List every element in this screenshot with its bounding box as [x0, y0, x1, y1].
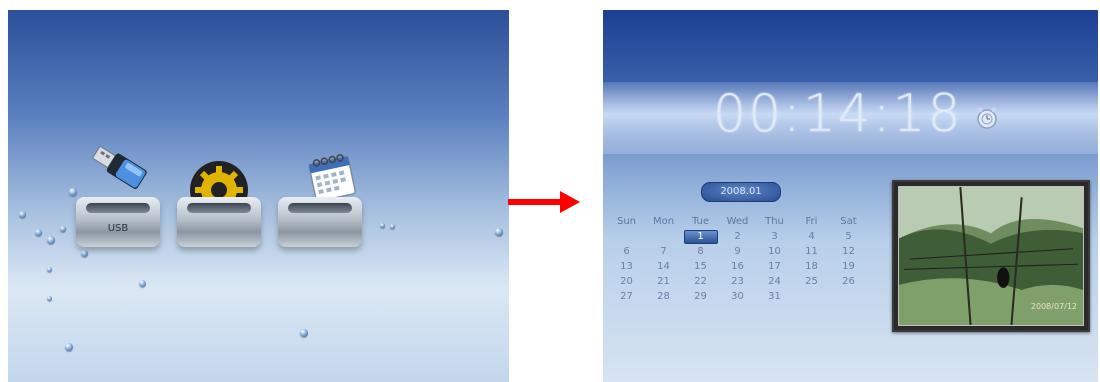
calendar-day[interactable]: 2 [719, 229, 756, 244]
calendar-day[interactable]: 20 [608, 274, 645, 289]
bubble-decoration [495, 228, 503, 236]
calendar-week-row: 6 7 8 9 10 11 12 [608, 244, 868, 259]
photo-date-stamp: 2008/07/12 [1030, 302, 1077, 311]
weekday-label: Tue [691, 216, 710, 227]
calendar-day[interactable]: 4 [793, 229, 830, 244]
calendar-day[interactable]: 5 [830, 229, 867, 244]
calendar-day[interactable]: 15 [682, 259, 719, 274]
calendar-day[interactable]: 26 [830, 274, 867, 289]
calendar-day[interactable]: 17 [756, 259, 793, 274]
calendar-day[interactable]: 10 [756, 244, 793, 259]
calendar-day[interactable]: 11 [793, 244, 830, 259]
weekday-label: Thu [765, 216, 784, 227]
bubble-decoration [300, 329, 308, 337]
calendar-day[interactable]: 23 [719, 274, 756, 289]
calendar-day[interactable]: 28 [645, 289, 682, 304]
calendar-day[interactable]: 25 [793, 274, 830, 289]
calendar-day-empty [645, 229, 682, 244]
calendar-day[interactable]: 18 [793, 259, 830, 274]
calendar-week-row: 13 14 15 16 17 18 19 [608, 259, 868, 274]
calendar-week-row: 27 28 29 30 31 [608, 289, 868, 304]
bubble-decoration [47, 296, 52, 301]
calendar-day-selected[interactable]: 1 [682, 229, 719, 244]
bubble-decoration [60, 226, 66, 232]
calendar-day-empty [830, 289, 867, 304]
bubble-decoration [47, 267, 52, 272]
calendar-day-empty [608, 229, 645, 244]
alarm-clock-icon[interactable] [975, 106, 999, 130]
calendar-day[interactable]: 27 [608, 289, 645, 304]
bubble-decoration [19, 211, 26, 218]
bubble-decoration [69, 188, 77, 196]
weekday-label: Fri [805, 216, 818, 227]
calendar-grid: Sun Mon Tue Wed Thu Fri Sat 1 2 3 4 5 6 … [608, 214, 868, 304]
arrow-right-icon [508, 191, 580, 213]
bubble-decoration [81, 250, 88, 257]
calendar-week-row: 20 21 22 23 24 25 26 [608, 274, 868, 289]
usb-menu-button[interactable]: USB [76, 197, 160, 247]
clock-display: 00:14:18 [713, 84, 963, 144]
bubble-decoration [47, 236, 55, 244]
bubble-decoration [65, 343, 73, 351]
bubble-decoration [380, 223, 385, 228]
photo-frame: 2008/07/12 [892, 180, 1090, 332]
calendar-day[interactable]: 30 [719, 289, 756, 304]
calendar-day[interactable]: 13 [608, 259, 645, 274]
calendar-day[interactable]: 31 [756, 289, 793, 304]
calendar-day-number: 1 [683, 230, 718, 244]
calendar-day[interactable]: 21 [645, 274, 682, 289]
settings-menu-button[interactable] [177, 197, 261, 247]
calendar-day-empty [793, 289, 830, 304]
calendar-day[interactable]: 3 [756, 229, 793, 244]
bubble-decoration [139, 280, 146, 287]
calendar-day[interactable]: 6 [608, 244, 645, 259]
calendar-day[interactable]: 16 [719, 259, 756, 274]
bubble-decoration [390, 224, 395, 229]
calendar-day[interactable]: 12 [830, 244, 867, 259]
calendar-day[interactable]: 19 [830, 259, 867, 274]
photo-thumbnail[interactable]: 2008/07/12 [898, 186, 1084, 326]
usb-stick-icon [92, 146, 147, 189]
calendar-day[interactable]: 22 [682, 274, 719, 289]
calendar-day[interactable]: 14 [645, 259, 682, 274]
calendar-menu-button[interactable] [278, 197, 362, 247]
calendar-day[interactable]: 24 [756, 274, 793, 289]
usb-label: USB [107, 223, 129, 234]
weekday-label: Sun [616, 216, 637, 227]
weekday-label: Wed [726, 216, 749, 227]
weekday-label: Sat [840, 216, 857, 227]
calendar-day[interactable]: 9 [719, 244, 756, 259]
calendar-clock-screen: 00:14:18 2008.01 Sun Mon Tue Wed Thu Fri… [603, 10, 1098, 382]
weekday-header-row: Sun Mon Tue Wed Thu Fri Sat [608, 214, 868, 229]
bubble-decoration [35, 229, 42, 236]
weekday-label: Mon [652, 216, 675, 227]
month-selector[interactable]: 2008.01 [701, 182, 781, 202]
calendar-day[interactable]: 29 [682, 289, 719, 304]
calendar-day[interactable]: 8 [682, 244, 719, 259]
calendar-day[interactable]: 7 [645, 244, 682, 259]
main-menu-screen: USB [8, 10, 509, 382]
calendar-week-row: 1 2 3 4 5 [608, 229, 868, 244]
